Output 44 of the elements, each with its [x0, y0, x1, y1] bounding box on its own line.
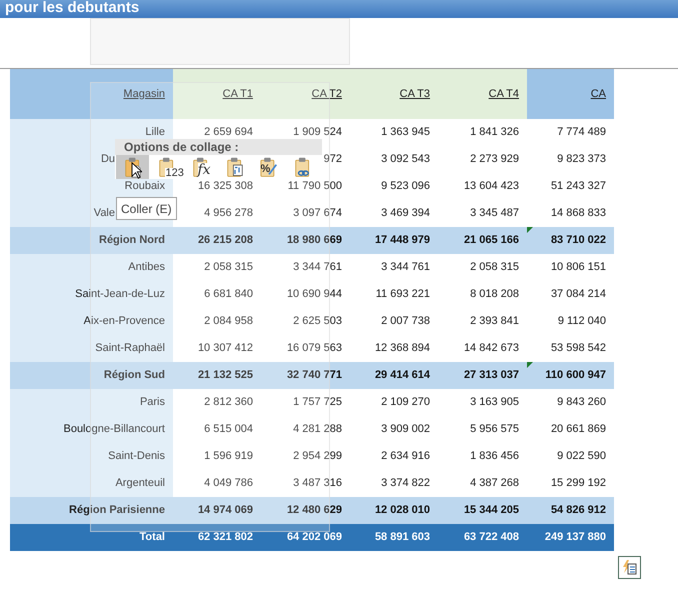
- lightning-list-icon: [622, 560, 637, 575]
- column-header-link[interactable]: CA: [590, 86, 606, 102]
- table-cell: Boulogne-Billancourt: [10, 416, 173, 443]
- mouse-cursor-icon: [131, 162, 142, 179]
- table-cell: 12 480 629: [261, 497, 350, 524]
- table-cell: 18 980 669: [261, 227, 350, 254]
- table-cell: 15 344 205: [438, 497, 527, 524]
- table-cell: Paris: [10, 389, 173, 416]
- column-header-link[interactable]: CA T2: [312, 86, 342, 102]
- table-cell: 62 321 802: [173, 524, 261, 551]
- document-title: pour les debutants: [5, 0, 140, 14]
- table-cell: 27 313 037: [438, 362, 527, 389]
- table-cell: Saint-Raphaël: [10, 335, 173, 362]
- table-cell: Argenteuil: [10, 470, 173, 497]
- table-cell: 29 414 614: [350, 362, 438, 389]
- table-cell: Total: [10, 524, 173, 551]
- column-header-link[interactable]: CA T1: [222, 86, 253, 102]
- table-cell: 32 740 771: [261, 362, 350, 389]
- table-cell: 14 974 069: [173, 497, 261, 524]
- table-cell: 21 132 525: [173, 362, 261, 389]
- table-cell: 64 202 069: [261, 524, 350, 551]
- column-header-link[interactable]: CA T4: [488, 86, 519, 102]
- column-header-link[interactable]: Magasin: [123, 86, 165, 102]
- table-cell: 83 710 022: [527, 227, 614, 254]
- table-cell: Région Parisienne: [10, 497, 173, 524]
- table-cell: Saint-Jean-de-Luz: [10, 281, 173, 308]
- quick-analysis-button[interactable]: [618, 556, 641, 579]
- table-cell: 26 215 208: [173, 227, 261, 254]
- table-cell: Aix-en-Provence: [10, 308, 173, 335]
- table-cell: Région Sud: [10, 362, 173, 389]
- table-cell: Saint-Denis: [10, 443, 173, 470]
- table-cell: 63 722 408: [438, 524, 527, 551]
- column-header-link[interactable]: CA T3: [400, 86, 430, 102]
- table-cell: 249 137 880: [527, 524, 614, 551]
- table-cell: 110 600 947: [527, 362, 614, 389]
- table-cell: 54 826 912: [527, 497, 614, 524]
- table-cell: Région Nord: [10, 227, 173, 254]
- table-cell: 21 065 166: [438, 227, 527, 254]
- table-cell: Antibes: [10, 254, 173, 281]
- percent-label: %: [260, 164, 270, 174]
- table-cell: 12 028 010: [350, 497, 438, 524]
- table-cell: 58 891 603: [350, 524, 438, 551]
- table-cell: 17 448 979: [350, 227, 438, 254]
- tooltip: Coller (E): [116, 197, 177, 220]
